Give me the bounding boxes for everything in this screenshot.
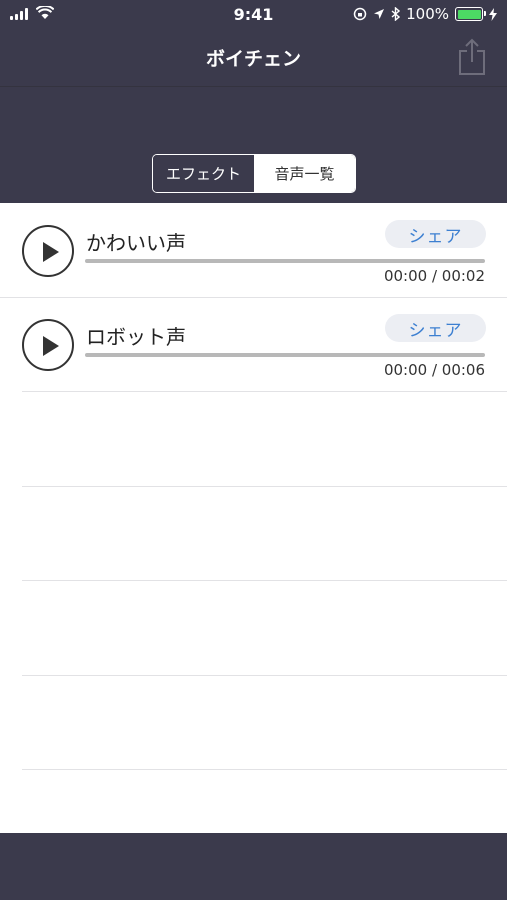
play-button[interactable]: [22, 319, 74, 371]
row-divider: [22, 675, 507, 676]
share-button[interactable]: シェア: [385, 314, 486, 342]
item-title: ロボット声: [86, 325, 186, 349]
charging-icon: [489, 7, 497, 21]
page-title: ボイチェン: [205, 48, 301, 70]
row-divider: [22, 580, 507, 581]
time-label: 00:00 / 00:06: [383, 361, 485, 379]
progress-bar[interactable]: [85, 353, 485, 357]
share-button[interactable]: シェア: [385, 220, 486, 248]
battery-percent: 100%: [406, 5, 449, 23]
share-icon[interactable]: [457, 38, 487, 76]
audio-list: かわいい声 シェア 00:00 / 00:02 ロボット声 シェア 00:00 …: [0, 203, 507, 833]
time-label: 00:00 / 00:02: [383, 267, 485, 285]
row-divider: [22, 486, 507, 487]
row-divider: [22, 391, 507, 392]
segmented-control: エフェクト 音声一覧: [152, 154, 356, 193]
bluetooth-icon: [391, 7, 401, 21]
bottom-toolbar: [0, 833, 507, 900]
play-icon: [43, 242, 59, 262]
nav-divider: [0, 86, 507, 87]
play-icon: [43, 336, 59, 356]
list-item: ロボット声 シェア 00:00 / 00:06: [0, 297, 507, 391]
list-item: かわいい声 シェア 00:00 / 00:02: [0, 203, 507, 297]
location-icon: [374, 9, 385, 19]
segment-voice-list[interactable]: 音声一覧: [254, 155, 355, 192]
rotation-lock-icon: [353, 7, 367, 21]
battery-icon: [455, 7, 486, 21]
screen: 9:41 100% ボイチェン エフェクト 音声一覧 かわいい声 シェア 00:…: [0, 0, 507, 900]
progress-bar[interactable]: [85, 259, 485, 263]
play-button[interactable]: [22, 225, 74, 277]
item-title: かわいい声: [86, 231, 186, 255]
row-divider: [22, 769, 507, 770]
status-bar: 9:41 100%: [0, 0, 507, 30]
segment-effect[interactable]: エフェクト: [153, 155, 254, 192]
header: 9:41 100% ボイチェン エフェクト 音声一覧: [0, 0, 507, 203]
